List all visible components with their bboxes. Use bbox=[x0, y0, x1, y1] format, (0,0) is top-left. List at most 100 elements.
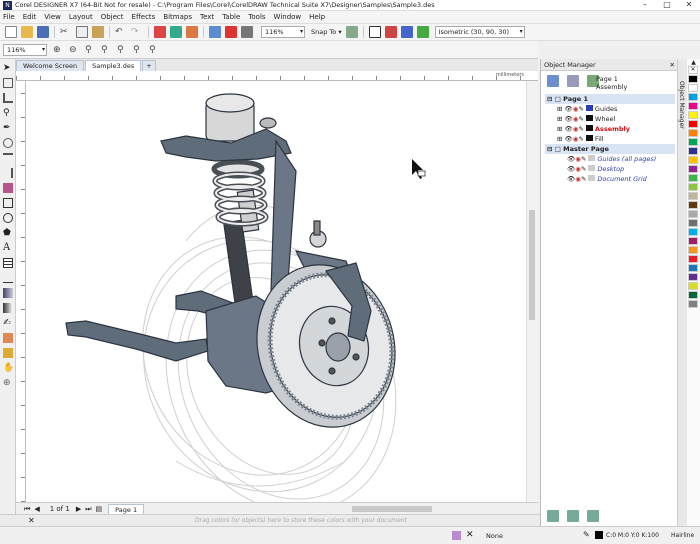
last-page-icon[interactable]: ⏭ bbox=[85, 505, 91, 514]
publish-icon[interactable] bbox=[186, 26, 198, 38]
projection-front-icon[interactable] bbox=[368, 26, 381, 38]
menu-view[interactable]: View bbox=[44, 13, 61, 21]
tab-welcome-screen[interactable]: Welcome Screen bbox=[16, 60, 85, 71]
menu-text[interactable]: Text bbox=[200, 13, 214, 21]
pick-tool-icon[interactable]: ➤ bbox=[3, 63, 13, 73]
application-launcher-icon[interactable] bbox=[209, 26, 221, 38]
welcome-screen-icon[interactable] bbox=[225, 26, 237, 38]
zoom-all-objects-icon[interactable]: ⚲ bbox=[101, 44, 113, 56]
snap-to-icon[interactable]: Snap To ▾ bbox=[311, 26, 342, 38]
rectangle-tool-icon[interactable] bbox=[3, 198, 13, 208]
crop-tool-icon[interactable] bbox=[3, 93, 13, 103]
color-swatch[interactable] bbox=[688, 291, 698, 299]
color-swatch[interactable] bbox=[688, 84, 698, 92]
horizontal-ruler[interactable]: millimeters bbox=[16, 71, 538, 81]
zoom-out-icon[interactable]: ⊖ bbox=[69, 44, 81, 56]
color-swatch[interactable] bbox=[688, 174, 698, 182]
text-tool-icon[interactable]: A bbox=[3, 243, 13, 253]
color-swatch[interactable] bbox=[688, 255, 698, 263]
color-swatch[interactable] bbox=[688, 273, 698, 281]
menu-layout[interactable]: Layout bbox=[69, 13, 93, 21]
eye-icon[interactable]: 👁 bbox=[565, 125, 573, 133]
maximize-button[interactable]: □ bbox=[656, 0, 678, 11]
color-swatch[interactable] bbox=[688, 237, 698, 245]
new-master-layer-all-icon[interactable] bbox=[587, 510, 599, 522]
projection-side-icon[interactable] bbox=[384, 26, 397, 38]
polygon-tool-icon[interactable]: ⬟ bbox=[3, 228, 13, 238]
dimension-tool-icon[interactable] bbox=[3, 153, 13, 163]
new-document-icon[interactable] bbox=[5, 26, 17, 38]
zoom-levels-select[interactable]: 116% ▾ bbox=[3, 43, 47, 56]
new-master-layer-icon[interactable] bbox=[567, 510, 579, 522]
projection-iso-icon[interactable] bbox=[416, 26, 429, 38]
ellipse-tool-icon[interactable] bbox=[3, 213, 13, 223]
add-tool-icon[interactable]: ⊕ bbox=[3, 378, 13, 388]
show-object-properties-icon[interactable] bbox=[567, 75, 579, 87]
color-swatch[interactable] bbox=[688, 219, 698, 227]
layer-row-guides[interactable]: ⊞ 👁◉✎ Guides bbox=[545, 104, 675, 114]
horizontal-scroll-thumb[interactable] bbox=[352, 506, 432, 512]
lock-icon[interactable]: ✎ bbox=[578, 115, 583, 123]
color-swatch[interactable] bbox=[688, 93, 698, 101]
expand-icon[interactable]: ⊞ bbox=[557, 105, 562, 113]
blend-tool-icon[interactable] bbox=[3, 288, 13, 298]
menu-effects[interactable]: Effects bbox=[132, 13, 156, 21]
cut-icon[interactable]: ✂ bbox=[60, 26, 72, 38]
zoom-selected-icon[interactable]: ⚲ bbox=[85, 44, 97, 56]
drawing-canvas[interactable] bbox=[26, 81, 526, 513]
eye-icon[interactable]: 👁 bbox=[565, 115, 573, 123]
layer-row-fill[interactable]: ⊞ 👁◉✎ Fill bbox=[545, 134, 675, 144]
color-swatch[interactable] bbox=[688, 156, 698, 164]
lock-icon[interactable]: ✎ bbox=[581, 165, 586, 173]
lock-icon[interactable]: ✎ bbox=[578, 125, 583, 133]
zoom-in-icon[interactable]: ⊕ bbox=[53, 44, 65, 56]
menu-file[interactable]: File bbox=[3, 13, 15, 21]
menu-window[interactable]: Window bbox=[274, 13, 302, 21]
color-swatch[interactable] bbox=[688, 102, 698, 110]
layer-row-document-grid[interactable]: 👁◉✎ Document Grid bbox=[545, 174, 675, 184]
color-swatch[interactable] bbox=[688, 192, 698, 200]
export-icon[interactable] bbox=[170, 26, 182, 38]
projection-top-icon[interactable] bbox=[400, 26, 413, 38]
color-swatch[interactable] bbox=[688, 120, 698, 128]
master-page-node[interactable]: ⊟ □ Master Page bbox=[545, 144, 675, 154]
lock-icon[interactable]: ✎ bbox=[578, 105, 583, 113]
pan-tool-icon[interactable]: ✋ bbox=[3, 363, 14, 373]
close-button[interactable]: ✕ bbox=[678, 0, 700, 11]
no-color-icon[interactable]: ✕ bbox=[28, 516, 35, 525]
layer-properties-icon[interactable] bbox=[547, 75, 559, 87]
close-icon[interactable]: ✕ bbox=[670, 59, 675, 71]
undo-icon[interactable]: ↶ bbox=[115, 26, 127, 38]
zoom-height-icon[interactable]: ⚲ bbox=[149, 44, 161, 56]
menu-bitmaps[interactable]: Bitmaps bbox=[163, 13, 192, 21]
vertical-ruler[interactable] bbox=[16, 81, 26, 502]
vertical-scroll-thumb[interactable] bbox=[529, 210, 535, 320]
expand-icon[interactable]: ⊞ bbox=[557, 135, 562, 143]
color-swatch[interactable] bbox=[688, 246, 698, 254]
layer-row-desktop[interactable]: 👁◉✎ Desktop bbox=[545, 164, 675, 174]
smart-fill-icon[interactable] bbox=[3, 348, 13, 358]
document-palette[interactable]: Drag colors (or objects) here to store t… bbox=[0, 514, 540, 526]
print-icon[interactable] bbox=[241, 26, 253, 38]
transparency-tool-icon[interactable] bbox=[3, 303, 13, 313]
menu-table[interactable]: Table bbox=[222, 13, 240, 21]
lock-icon[interactable]: ✎ bbox=[578, 135, 583, 143]
collapse-icon[interactable]: ⊟ bbox=[547, 95, 552, 103]
lock-icon[interactable]: ✎ bbox=[581, 155, 586, 163]
table-tool-icon[interactable] bbox=[3, 258, 13, 268]
save-icon[interactable] bbox=[37, 26, 49, 38]
expand-icon[interactable]: ⊞ bbox=[557, 125, 562, 133]
color-swatch[interactable] bbox=[688, 282, 698, 290]
layer-row-assembly[interactable]: ⊞ 👁◉✎ Assembly bbox=[545, 124, 675, 134]
redo-icon[interactable]: ↷ bbox=[131, 26, 143, 38]
layer-row-guides-all-pages[interactable]: 👁◉✎ Guides (all pages) bbox=[545, 154, 675, 164]
page-1-node[interactable]: ⊟ □ Page 1 bbox=[545, 94, 675, 104]
color-swatch[interactable] bbox=[688, 138, 698, 146]
docker-side-tab[interactable]: Object Manager bbox=[677, 59, 687, 526]
first-page-icon[interactable]: ⏮ bbox=[24, 505, 30, 514]
open-icon[interactable] bbox=[21, 26, 33, 38]
zoom-level-select[interactable]: 116% ▾ bbox=[261, 26, 305, 38]
menu-help[interactable]: Help bbox=[309, 13, 325, 21]
color-swatch[interactable] bbox=[688, 111, 698, 119]
menu-object[interactable]: Object bbox=[101, 13, 124, 21]
